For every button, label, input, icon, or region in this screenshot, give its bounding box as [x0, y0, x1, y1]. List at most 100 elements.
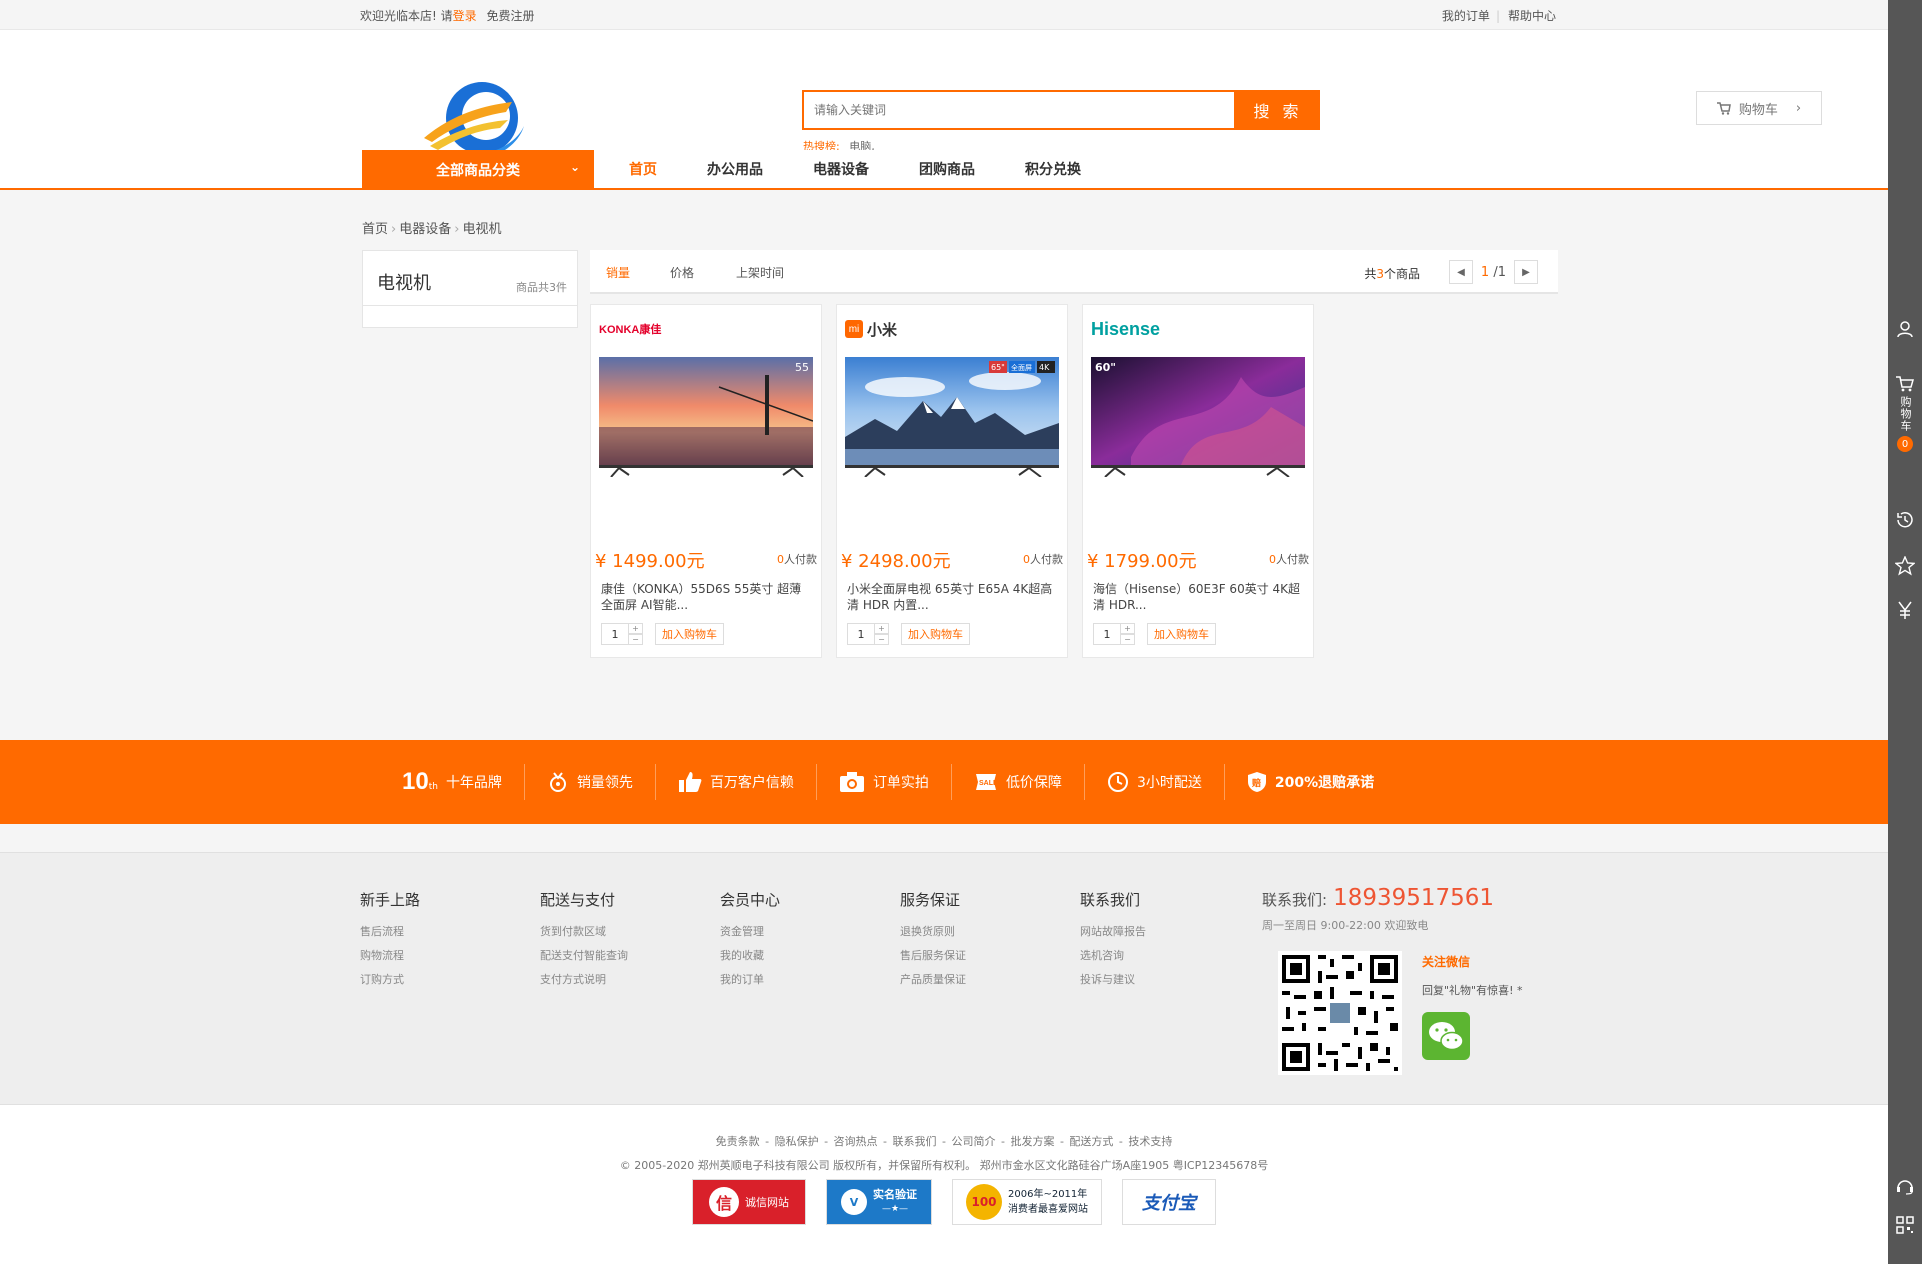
sidebar-user[interactable]: [1888, 320, 1922, 338]
search-button[interactable]: 搜 索: [1236, 90, 1320, 130]
sort-tab-sales[interactable]: 销量: [606, 264, 630, 281]
cart-count-badge: 0: [1897, 436, 1913, 452]
register-link[interactable]: 免费注册: [487, 9, 535, 23]
nav-links: 首页 办公用品 电器设备 团购商品 积分兑换: [604, 150, 1106, 188]
prev-page-button[interactable]: ◀: [1448, 260, 1473, 284]
sort-tab-price[interactable]: 价格: [670, 264, 694, 281]
history-icon: [1897, 512, 1913, 528]
product-image[interactable]: 55: [599, 357, 813, 477]
minus-button[interactable]: −: [629, 634, 643, 645]
bottom-link[interactable]: 公司简介: [951, 1135, 995, 1148]
footer-link[interactable]: 我的订单: [720, 968, 780, 992]
quantity-value[interactable]: 1: [847, 623, 875, 645]
footer-column-title: 会员中心: [720, 891, 781, 909]
quantity-value[interactable]: 1: [1093, 623, 1121, 645]
plus-button[interactable]: +: [875, 623, 889, 634]
breadcrumb-electric[interactable]: 电器设备: [399, 222, 451, 237]
search-input[interactable]: [802, 90, 1236, 130]
footer-link[interactable]: 产品质量保证: [900, 968, 966, 992]
sidebar-service[interactable]: [1888, 1176, 1922, 1196]
sidebar-history[interactable]: [1888, 510, 1922, 530]
user-icon: [1897, 321, 1913, 338]
footer-link[interactable]: 退换货原则: [900, 920, 966, 944]
next-page-button[interactable]: ▶: [1514, 260, 1538, 284]
add-to-cart-button[interactable]: 加入购物车: [1147, 623, 1216, 645]
bottom-link[interactable]: 隐私保护: [775, 1135, 819, 1148]
product-card[interactable]: mi 小米 65" 全面屏 4K ¥ 2498.00元 0人付款 小米全面屏电视…: [836, 304, 1068, 658]
nav-link-group[interactable]: 团购商品: [919, 159, 975, 179]
footer-link[interactable]: 购物流程: [360, 944, 420, 968]
nav-link-points[interactable]: 积分兑换: [1025, 159, 1081, 179]
badge-favorite[interactable]: 100 2006年~2011年 消费者最喜爱网站: [952, 1179, 1102, 1225]
fullscreen-tag: 全面屏: [1011, 363, 1032, 372]
quantity-value[interactable]: 1: [601, 623, 629, 645]
band-label: 百万客户信赖: [709, 775, 794, 791]
sort-tab-date[interactable]: 上架时间: [736, 264, 784, 281]
sidebar-cart[interactable]: 购物车 0: [1888, 376, 1922, 452]
product-card[interactable]: Hisense 60" ¥ 1799.00元 0人付款 海信（Hisense）6…: [1082, 304, 1314, 658]
bottom-link[interactable]: 配送方式: [1069, 1135, 1113, 1148]
nav-link-office[interactable]: 办公用品: [707, 159, 763, 179]
sale-icon: SALE: [975, 774, 998, 790]
footer-link[interactable]: 支付方式说明: [540, 968, 628, 992]
footer-link[interactable]: 资金管理: [720, 920, 780, 944]
nav-link-electric[interactable]: 电器设备: [813, 159, 869, 179]
brand-logo-hisense: Hisense: [1091, 317, 1160, 341]
minus-button[interactable]: −: [875, 634, 889, 645]
svg-text:赔: 赔: [1251, 777, 1261, 789]
badge-label: 实名验证: [873, 1188, 917, 1201]
my-orders-link[interactable]: 我的订单: [1442, 9, 1490, 23]
badge-integrity[interactable]: 信 诚信网站: [692, 1179, 806, 1225]
badge-realname[interactable]: V 实名验证 —★—: [826, 1179, 932, 1225]
total-num: 3: [1376, 267, 1384, 281]
nav-link-home[interactable]: 首页: [629, 159, 657, 179]
footer-link[interactable]: 售后服务保证: [900, 944, 966, 968]
footer-column: 新手上路 售后流程 购物流程 订购方式: [360, 889, 420, 992]
footer-link[interactable]: 投诉与建议: [1080, 968, 1146, 992]
band-item: 赔 200%退赔承诺: [1225, 764, 1396, 800]
sidebar-favorites[interactable]: [1888, 556, 1922, 576]
bottom-link[interactable]: 批发方案: [1010, 1135, 1054, 1148]
product-card[interactable]: KONKA康佳 55 ¥ 1499.00元 0人付款 康佳（KONKA）55D6…: [590, 304, 822, 658]
breadcrumb-home[interactable]: 首页: [362, 222, 388, 237]
all-categories-button[interactable]: 全部商品分类 ⌄: [362, 150, 594, 190]
help-center-link[interactable]: 帮助中心: [1508, 9, 1556, 23]
footer-column: 配送与支付 货到付款区域 配送支付智能查询 支付方式说明: [540, 889, 628, 992]
wechat-icon[interactable]: [1422, 1012, 1470, 1060]
footer-link[interactable]: 选机咨询: [1080, 944, 1146, 968]
wechat-tip: 回复"礼物"有惊喜! *: [1422, 984, 1523, 997]
product-image[interactable]: 65" 全面屏 4K: [845, 357, 1059, 477]
footer-link[interactable]: 订购方式: [360, 968, 420, 992]
footer-link[interactable]: 我的收藏: [720, 944, 780, 968]
footer-link[interactable]: 货到付款区域: [540, 920, 628, 944]
footer-link[interactable]: 售后流程: [360, 920, 420, 944]
product-name[interactable]: 海信（Hisense）60E3F 60英寸 4K超清 HDR...: [1093, 581, 1305, 615]
add-to-cart-button[interactable]: 加入购物车: [901, 623, 970, 645]
product-name[interactable]: 小米全面屏电视 65英寸 E65A 4K超高清 HDR 内置...: [847, 581, 1059, 615]
bottom-link[interactable]: 联系我们: [893, 1135, 937, 1148]
sidebar-finance[interactable]: [1888, 600, 1922, 620]
plus-button[interactable]: +: [629, 623, 643, 634]
bottom-link[interactable]: 技术支持: [1128, 1135, 1172, 1148]
sidebar-qrcode[interactable]: [1888, 1216, 1922, 1234]
bottom-link[interactable]: 免责条款: [716, 1135, 760, 1148]
footer-link[interactable]: 网站故障报告: [1080, 920, 1146, 944]
separator: -: [1115, 1135, 1127, 1148]
separator: -: [820, 1135, 832, 1148]
qr-code-image: [1278, 951, 1402, 1075]
product-price: ¥ 1799.00元: [1087, 551, 1197, 572]
product-name[interactable]: 康佳（KONKA）55D6S 55英寸 超薄全面屏 AI智能...: [601, 581, 813, 615]
category-title: 电视机: [377, 273, 431, 294]
plus-button[interactable]: +: [1121, 623, 1135, 634]
footer-link[interactable]: 配送支付智能查询: [540, 944, 628, 968]
add-to-cart-button[interactable]: 加入购物车: [655, 623, 724, 645]
brand-text: Hisense: [1091, 318, 1161, 339]
footer-column-title: 新手上路: [360, 891, 421, 909]
product-image[interactable]: 60": [1091, 357, 1305, 477]
login-link[interactable]: 登录: [453, 9, 477, 23]
minus-button[interactable]: −: [1121, 634, 1135, 645]
bottom-link[interactable]: 咨询热点: [834, 1135, 878, 1148]
badge-alipay[interactable]: 支付宝: [1122, 1179, 1216, 1225]
header-cart-button[interactable]: 购物车 ›: [1696, 91, 1822, 125]
copyright-text: © 2005-2020 郑州英顺电子科技有限公司 版权所有，并保留所有权利。 郑…: [619, 1159, 1269, 1172]
